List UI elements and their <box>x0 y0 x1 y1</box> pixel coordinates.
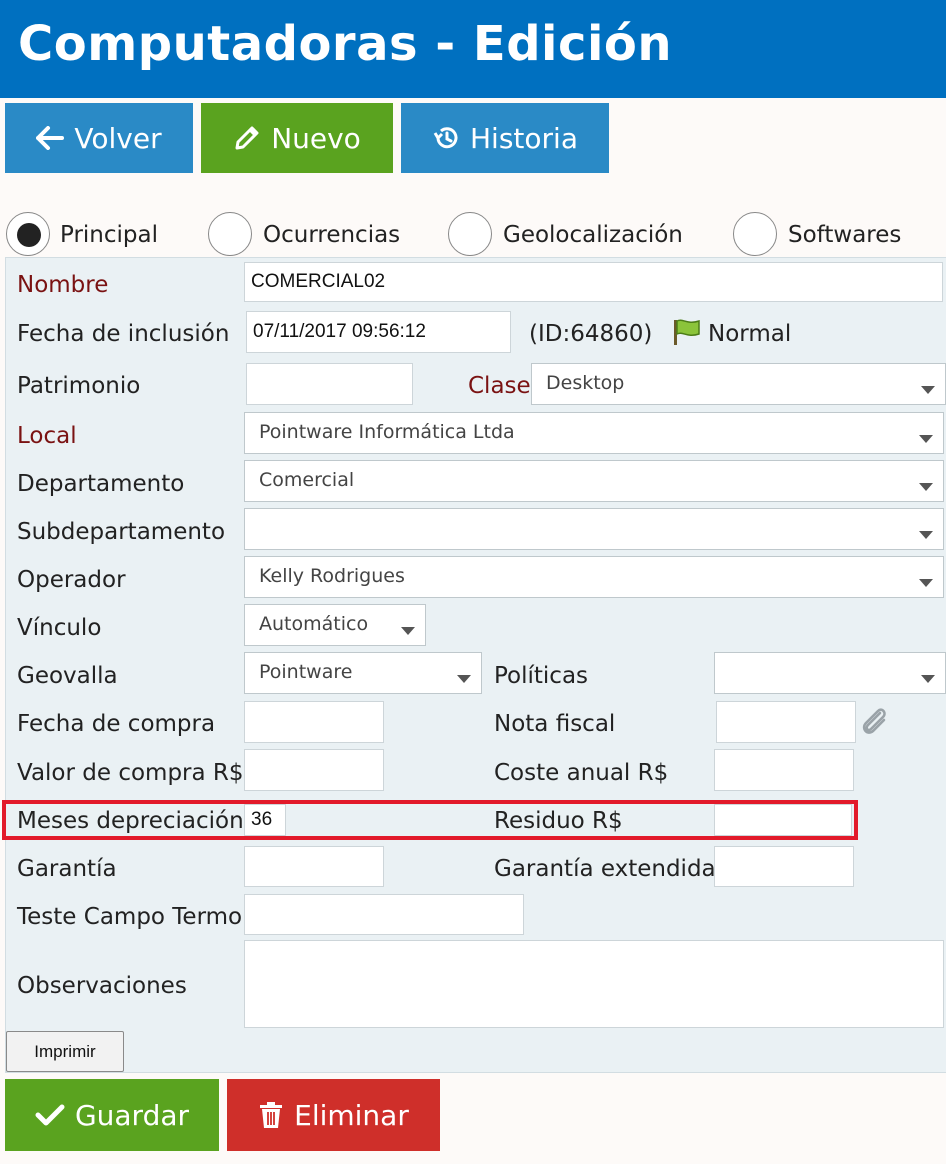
tab-softwares-radio[interactable] <box>733 212 777 256</box>
tab-ocurrencias-radio[interactable] <box>208 212 252 256</box>
subdepartamento-select[interactable] <box>244 508 944 550</box>
chevron-down-icon <box>401 627 415 635</box>
highlight-box <box>2 800 858 840</box>
operador-select-value: Kelly Rodrigues <box>259 565 405 587</box>
tab-principal[interactable]: Principal <box>60 220 158 250</box>
geovalla-select-value: Pointware <box>259 661 353 683</box>
record-id: (ID:64860) <box>529 321 653 347</box>
vinculo-select[interactable]: Automático <box>244 604 426 646</box>
coste-anual-label: Coste anual R$ <box>494 760 669 786</box>
status-label: Normal <box>708 321 792 347</box>
fecha-compra-label: Fecha de compra <box>17 711 216 737</box>
fecha-inclusion-input[interactable]: 07/11/2017 09:56:12 <box>246 311 511 353</box>
delete-button[interactable]: Eliminar <box>227 1079 440 1151</box>
fecha-compra-input[interactable] <box>244 701 384 743</box>
save-button-label: Guardar <box>74 1098 190 1132</box>
tab-geolocalizacion-radio[interactable] <box>448 212 492 256</box>
arrow-left-icon <box>36 126 65 150</box>
local-select-value: Pointware Informática Ltda <box>259 421 515 443</box>
pencil-icon <box>235 126 259 150</box>
observaciones-textarea[interactable] <box>244 940 944 1028</box>
new-button[interactable]: Nuevo <box>201 103 393 173</box>
tab-softwares[interactable]: Softwares <box>788 220 901 250</box>
nota-fiscal-input[interactable] <box>716 701 856 743</box>
checkmark-icon <box>35 1104 65 1126</box>
back-button-label: Volver <box>74 121 162 155</box>
coste-anual-input[interactable] <box>714 749 854 791</box>
chevron-down-icon <box>921 386 935 394</box>
garantia-extendida-label: Garantía extendida <box>494 856 716 882</box>
valor-compra-label: Valor de compra R$ <box>17 760 244 786</box>
nombre-label: Nombre <box>17 272 109 298</box>
chevron-down-icon <box>919 531 933 539</box>
nota-fiscal-label: Nota fiscal <box>494 711 616 737</box>
chevron-down-icon <box>919 435 933 443</box>
fecha-inclusion-label: Fecha de inclusión <box>17 321 230 347</box>
green-flag-icon <box>674 319 700 345</box>
operador-select[interactable]: Kelly Rodrigues <box>244 556 944 598</box>
nombre-input[interactable]: COMERCIAL02 <box>244 262 943 302</box>
geovalla-select[interactable]: Pointware <box>244 652 482 694</box>
departamento-select-value: Comercial <box>259 469 355 491</box>
garantia-label: Garantía <box>17 856 117 882</box>
clase-label: Clase <box>468 373 531 399</box>
trash-icon <box>260 1102 283 1128</box>
tab-geolocalizacion[interactable]: Geolocalización <box>503 220 683 250</box>
save-button[interactable]: Guardar <box>5 1079 219 1151</box>
new-button-label: Nuevo <box>271 121 361 155</box>
observaciones-label: Observaciones <box>17 973 187 999</box>
radio-selected-dot <box>17 223 41 247</box>
garantia-extendida-input[interactable] <box>714 846 854 887</box>
vinculo-select-value: Automático <box>259 613 369 635</box>
subdepartamento-label: Subdepartamento <box>17 519 226 545</box>
chevron-down-icon <box>919 483 933 491</box>
print-button[interactable]: Imprimir <box>6 1031 124 1072</box>
history-icon <box>433 127 458 149</box>
paperclip-icon[interactable] <box>858 705 890 739</box>
tab-ocurrencias[interactable]: Ocurrencias <box>263 220 400 250</box>
valor-compra-input[interactable] <box>244 749 384 791</box>
clase-select[interactable]: Desktop <box>531 363 946 405</box>
vinculo-label: Vínculo <box>17 615 102 641</box>
patrimonio-label: Patrimonio <box>17 373 141 399</box>
history-button[interactable]: Historia <box>401 103 609 173</box>
history-button-label: Historia <box>470 121 578 155</box>
politicas-label: Políticas <box>494 663 589 689</box>
chevron-down-icon <box>921 675 935 683</box>
patrimonio-input[interactable] <box>246 363 413 405</box>
chevron-down-icon <box>457 675 471 683</box>
operador-label: Operador <box>17 567 126 593</box>
chevron-down-icon <box>919 579 933 587</box>
local-label: Local <box>17 423 77 449</box>
geovalla-label: Geovalla <box>17 663 118 689</box>
teste-campo-input[interactable] <box>244 894 524 935</box>
tab-principal-radio[interactable] <box>6 212 50 256</box>
clase-select-value: Desktop <box>546 372 625 394</box>
back-button[interactable]: Volver <box>5 103 193 173</box>
teste-campo-label: Teste Campo Termo <box>17 904 243 930</box>
departamento-label: Departamento <box>17 471 185 497</box>
delete-button-label: Eliminar <box>294 1098 409 1132</box>
garantia-input[interactable] <box>244 846 384 887</box>
departamento-select[interactable]: Comercial <box>244 460 944 502</box>
local-select[interactable]: Pointware Informática Ltda <box>244 412 944 454</box>
politicas-select[interactable] <box>714 652 946 694</box>
page-title: Computadoras - Edición <box>18 16 673 72</box>
